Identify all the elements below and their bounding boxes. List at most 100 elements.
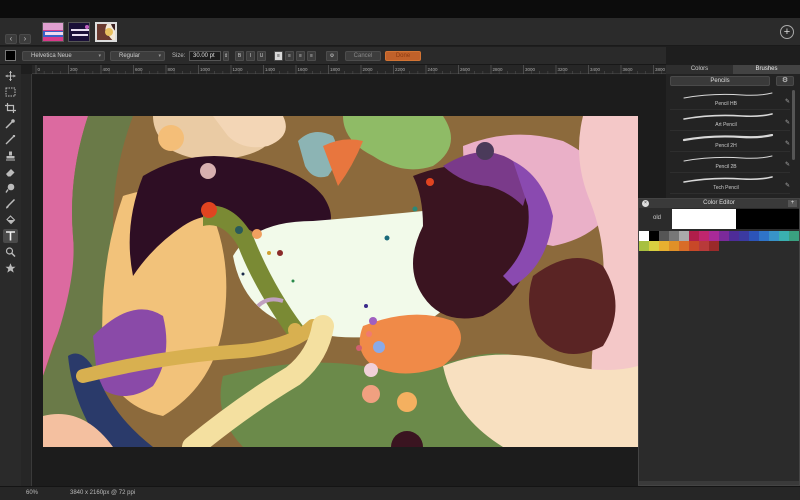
palette-swatch[interactable] [729, 231, 739, 241]
palette-swatch[interactable] [679, 231, 689, 241]
palette-swatch[interactable] [789, 231, 799, 241]
align-right-button[interactable]: ≡ [296, 51, 305, 61]
old-color-swatch[interactable] [672, 209, 736, 229]
stamp-tool[interactable] [3, 149, 18, 163]
favorite-tool-icon [5, 263, 16, 273]
palette-swatch[interactable] [639, 231, 649, 241]
brush-item[interactable]: Art Pencil ✎ [670, 111, 790, 131]
font-size-stepper[interactable]: ⇕ [223, 51, 229, 61]
align-right-icon: ≡ [299, 53, 302, 59]
brush-item[interactable]: Tech Pencil ✎ [670, 174, 790, 194]
document-thumbnail-active[interactable] [95, 22, 117, 42]
palette-swatch[interactable] [739, 231, 749, 241]
italic-button[interactable]: I [246, 51, 255, 61]
vertical-ruler [21, 74, 32, 486]
font-style-dropdown[interactable]: Regular ▾ [110, 51, 165, 61]
edit-brush-icon[interactable]: ✎ [785, 161, 790, 168]
font-family-dropdown[interactable]: Helvetica Neue ▾ [22, 51, 105, 61]
crop-tool[interactable] [3, 101, 18, 115]
eraser-tool-icon [6, 169, 15, 177]
document-thumbnail[interactable] [68, 22, 90, 42]
brush-item[interactable]: Pencil 2H ✎ [670, 132, 790, 152]
palette-swatch[interactable] [699, 241, 709, 251]
palette-swatch[interactable] [679, 241, 689, 251]
text-tool[interactable] [3, 229, 18, 243]
palette-swatch[interactable] [779, 231, 789, 241]
smudge-tool[interactable] [3, 181, 18, 195]
edit-brush-icon[interactable]: ✎ [785, 119, 790, 126]
palette-swatch[interactable] [709, 241, 719, 251]
palette-swatch[interactable] [659, 231, 669, 241]
brush-settings-button[interactable]: ⚙ [776, 76, 794, 86]
new-color-swatch[interactable] [736, 209, 799, 229]
underline-button[interactable]: U [257, 51, 266, 61]
tab-brushes[interactable]: Brushes [733, 65, 800, 74]
align-left-button[interactable]: ≡ [274, 51, 283, 61]
close-button[interactable]: × [642, 200, 649, 207]
add-color-button[interactable]: + [788, 200, 797, 207]
align-center-button[interactable]: ≡ [285, 51, 294, 61]
palette-swatch[interactable] [709, 231, 719, 241]
palette-swatch[interactable] [669, 241, 679, 251]
brush-item[interactable]: Pencil HB ✎ [670, 90, 790, 110]
palette-swatch[interactable] [639, 241, 649, 251]
back-button[interactable]: ‹ [5, 34, 17, 44]
align-justify-button[interactable]: ≡ [307, 51, 316, 61]
brush-name: Pencil HB [715, 101, 737, 107]
palette-swatch[interactable] [649, 241, 659, 251]
palette-swatch[interactable] [649, 231, 659, 241]
cancel-label: Cancel [353, 53, 373, 59]
cancel-button[interactable]: Cancel [345, 51, 381, 61]
bold-label: B [237, 53, 242, 59]
forward-button[interactable]: › [19, 34, 31, 44]
bold-button[interactable]: B [235, 51, 244, 61]
fill-tool-icon [6, 215, 16, 225]
favorite-tool[interactable] [3, 261, 18, 275]
brush-item[interactable]: Pencil 2B ✎ [670, 153, 790, 173]
brush-set-dropdown[interactable]: Pencils [670, 76, 770, 86]
palette-swatch[interactable] [689, 231, 699, 241]
line-tool[interactable] [3, 133, 18, 147]
eyedropper-tool[interactable] [3, 117, 18, 131]
brush-list-scrollbar[interactable] [792, 90, 795, 160]
chevron-down-icon: ▾ [158, 53, 161, 59]
eraser-tool[interactable] [3, 165, 18, 179]
tab-colors[interactable]: Colors [666, 65, 733, 74]
ruler-tick-label: 2000 [363, 67, 374, 72]
brush-name: Pencil 2B [715, 164, 737, 170]
brush-tool[interactable] [3, 197, 18, 211]
palette-swatch[interactable] [659, 241, 669, 251]
palette-swatch[interactable] [759, 231, 769, 241]
palette-swatch[interactable] [699, 231, 709, 241]
line-tool-icon [5, 135, 16, 145]
add-document-button[interactable]: + [780, 25, 794, 39]
ruler-tick-label: 1600 [298, 67, 309, 72]
thumbnail-image [97, 24, 115, 40]
edit-brush-icon[interactable]: ✎ [785, 140, 790, 147]
zoom-level[interactable]: 60% [26, 490, 38, 496]
text-settings-button[interactable]: ⚙ [326, 51, 338, 61]
ruler-tick-label: 1800 [330, 67, 341, 72]
palette-swatch[interactable] [749, 231, 759, 241]
brush-stroke-preview [683, 92, 773, 99]
done-button[interactable]: Done [385, 51, 421, 61]
edit-brush-icon[interactable]: ✎ [785, 98, 790, 105]
text-tool-icon [6, 231, 15, 241]
edit-brush-icon[interactable]: ✎ [785, 182, 790, 189]
text-options-bar: Helvetica Neue ▾ Regular ▾ Size: 30.00 p… [0, 47, 666, 65]
text-color-swatch[interactable] [5, 50, 16, 61]
document-thumbnail[interactable] [42, 22, 64, 42]
fill-tool[interactable] [3, 213, 18, 227]
palette-swatch[interactable] [689, 241, 699, 251]
palette-swatch[interactable] [769, 231, 779, 241]
palette-swatch[interactable] [669, 231, 679, 241]
marquee-tool[interactable] [3, 85, 18, 99]
brush-name: Art Pencil [715, 122, 737, 128]
palette-swatch[interactable] [719, 231, 729, 241]
ruler-tick-label: 600 [135, 67, 143, 72]
zoom-tool[interactable] [3, 245, 18, 259]
font-size-input[interactable]: 30.00 pt [189, 51, 221, 61]
move-tool[interactable] [3, 69, 18, 83]
thumbnail-image [69, 23, 89, 41]
artwork-canvas[interactable] [43, 116, 638, 447]
